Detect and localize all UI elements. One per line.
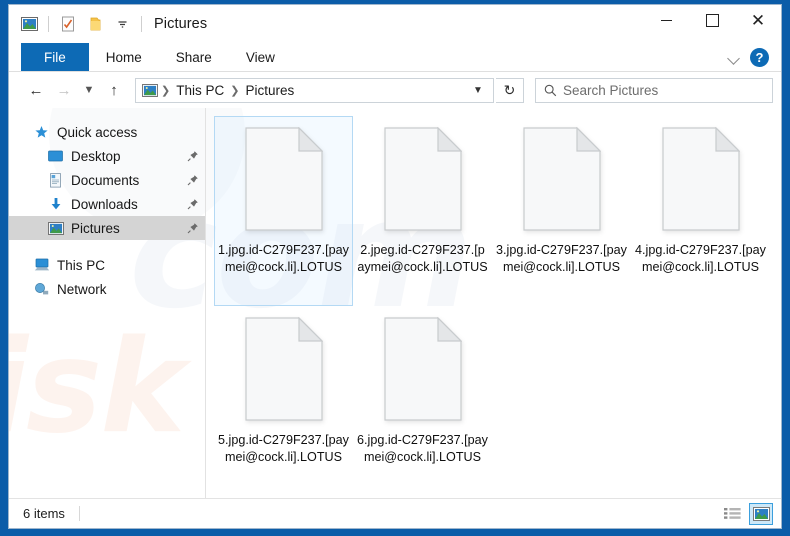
qat-title-separator [141,16,142,32]
blank-document-icon [244,126,323,231]
file-item[interactable]: 2.jpeg.id-C279F237.[paymei@cock.li].LOTU… [353,116,492,306]
file-item[interactable]: 5.jpg.id-C279F237.[paymei@cock.li].LOTUS [214,306,353,496]
sidebar-item-pictures[interactable]: Pictures [9,216,205,240]
refresh-button[interactable]: ↻ [496,77,524,103]
navigation-bar: ← → ▼ ↑ ❯ This PC ❯ Pictures ▼ ↻ Search … [9,72,781,108]
sidebar-item-downloads[interactable]: Downloads [9,192,205,216]
desktop-icon [47,148,64,164]
forward-button[interactable]: → [51,77,77,103]
maximize-button[interactable] [689,5,735,35]
explorer-body: risk com Quick access Desktop [9,108,781,498]
pin-icon[interactable] [186,174,199,187]
file-name-label: 4.jpg.id-C279F237.[paymei@cock.li].LOTUS [635,243,766,274]
sidebar-item-this-pc[interactable]: This PC [9,253,205,277]
breadcrumb-separator-icon-2: ❯ [230,84,240,97]
sidebar-label-downloads: Downloads [71,196,138,212]
file-item[interactable]: 3.jpg.id-C279F237.[paymei@cock.li].LOTUS [492,116,631,306]
recent-locations-icon[interactable]: ▼ [79,77,99,103]
blank-document-icon [383,126,462,231]
blank-document-icon [244,316,323,421]
search-box[interactable]: Search Pictures [535,77,773,103]
file-list-view[interactable]: 1.jpg.id-C279F237.[paymei@cock.li].LOTUS… [206,108,781,498]
breadcrumb-separator-icon: ❯ [161,84,171,97]
tab-file[interactable]: File [21,43,89,71]
address-dropdown-icon[interactable]: ▼ [467,79,489,102]
back-button[interactable]: ← [23,77,49,103]
tab-view[interactable]: View [229,43,292,71]
downloads-icon [47,196,64,212]
sidebar-item-desktop[interactable]: Desktop [9,144,205,168]
blank-document-icon [522,126,601,231]
sidebar-item-quick-access[interactable]: Quick access [9,120,205,144]
sidebar-label-network: Network [57,281,107,297]
properties-icon[interactable] [56,12,80,36]
status-separator [78,506,80,521]
file-name-label: 3.jpg.id-C279F237.[paymei@cock.li].LOTUS [496,243,627,274]
file-item[interactable]: 6.jpg.id-C279F237.[paymei@cock.li].LOTUS [353,306,492,496]
file-explorer-window: Pictures ✕ File Home Share View ? ← → ▼ … [8,4,782,529]
pin-icon[interactable] [186,150,199,163]
tab-share[interactable]: Share [159,43,229,71]
qat-separator [48,16,49,32]
file-item[interactable]: 4.jpg.id-C279F237.[paymei@cock.li].LOTUS [631,116,770,306]
file-name-label: 1.jpg.id-C279F237.[paymei@cock.li].LOTUS [218,243,349,274]
sidebar-item-network[interactable]: Network [9,277,205,301]
sidebar-label-quick-access: Quick access [57,124,138,140]
chevron-down-icon[interactable] [727,51,741,65]
pin-icon[interactable] [186,222,199,235]
view-buttons [720,502,773,525]
star-pin-icon [33,124,50,140]
navigation-pane: Quick access Desktop Documents Downloads… [9,108,206,498]
item-count-label: 6 items [23,506,65,521]
window-title: Pictures [154,16,208,32]
address-pictures-icon [142,83,158,97]
blank-document-icon [661,126,740,231]
this-pc-icon [33,257,50,273]
breadcrumb-pictures[interactable]: Pictures [240,83,299,98]
file-grid: 1.jpg.id-C279F237.[paymei@cock.li].LOTUS… [206,108,781,496]
file-name-label: 2.jpeg.id-C279F237.[paymei@cock.li].LOTU… [357,243,488,274]
file-item[interactable]: 1.jpg.id-C279F237.[paymei@cock.li].LOTUS [214,116,353,306]
ribbon-right-controls: ? [727,43,775,72]
pictures-folder-icon[interactable] [17,12,41,36]
sidebar-label-documents: Documents [71,172,140,188]
pictures-icon [47,220,64,236]
close-button[interactable]: ✕ [735,5,781,35]
file-name-label: 6.jpg.id-C279F237.[paymei@cock.li].LOTUS [357,433,488,464]
up-button[interactable]: ↑ [101,77,127,103]
file-name-label: 5.jpg.id-C279F237.[paymei@cock.li].LOTUS [218,433,349,464]
help-icon[interactable]: ? [750,48,769,67]
sidebar-label-desktop: Desktop [71,148,121,164]
breadcrumb-this-pc[interactable]: This PC [171,83,229,98]
details-view-button[interactable] [720,503,744,525]
blank-document-icon [383,316,462,421]
tab-home[interactable]: Home [89,43,159,71]
ribbon-tab-bar: File Home Share View ? [9,43,781,72]
network-icon [33,281,50,297]
quick-access-toolbar [9,12,146,36]
sidebar-label-pictures: Pictures [71,220,120,236]
sidebar-item-documents[interactable]: Documents [9,168,205,192]
new-folder-icon[interactable] [83,12,107,36]
status-bar: 6 items [9,498,781,528]
title-bar: Pictures ✕ [9,5,781,43]
address-bar[interactable]: ❯ This PC ❯ Pictures ▼ [135,77,494,103]
window-controls: ✕ [643,5,781,35]
large-icons-view-button[interactable] [749,502,773,525]
search-input[interactable]: Search Pictures [563,83,658,98]
minimize-button[interactable] [643,5,689,35]
customize-qat-dropdown-icon[interactable] [110,12,134,36]
sidebar-label-this-pc: This PC [57,257,106,273]
search-icon [544,84,557,97]
pin-icon[interactable] [186,198,199,211]
documents-icon [47,172,64,188]
